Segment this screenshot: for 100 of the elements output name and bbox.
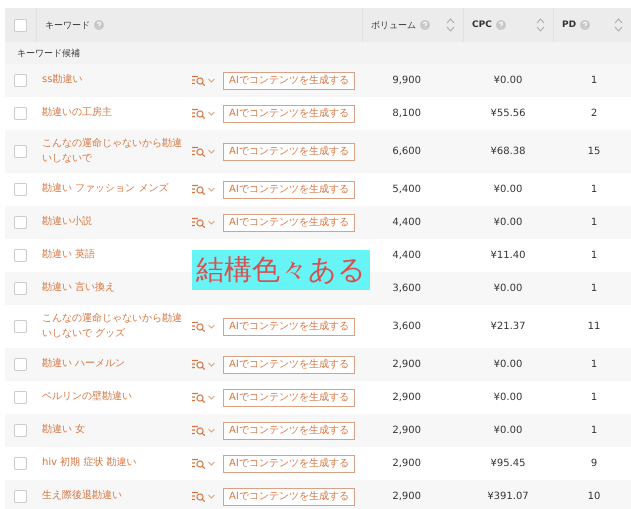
pd-value: 11 [588,321,600,332]
keyword-link[interactable]: ベルリンの壁勘違い [42,390,132,405]
list-search-icon[interactable] [192,217,206,228]
cpc-value: ¥68.38 [490,146,526,157]
keyword-link[interactable]: 勘違い 女 [42,423,86,438]
pd-value: 2 [590,108,598,119]
volume-value: 8,100 [392,108,421,119]
keyword-link[interactable]: 勘違いの工房主 [42,106,112,121]
caret-icon[interactable] [208,149,215,154]
caret-icon[interactable] [208,220,215,225]
pd-value: 9 [590,458,598,469]
checkbox[interactable] [14,183,27,196]
checkbox[interactable] [14,424,27,437]
generate-content-button[interactable]: AIでコンテンツを生成する [223,142,355,160]
cpc-value: ¥11.40 [490,250,526,261]
volume-value: 3,600 [392,283,421,294]
pd-value: 1 [590,359,598,370]
volume-value: 3,600 [392,321,421,332]
generate-content-button[interactable]: AIでコンテンツを生成する [223,72,355,90]
list-search-icon[interactable] [192,184,206,195]
group-label: キーワード候補 [17,48,80,60]
checkbox[interactable] [14,216,27,229]
volume-value: 2,900 [392,392,421,403]
volume-value: 2,900 [392,491,421,502]
help-icon [496,20,506,30]
keyword-link[interactable]: こんなの運命じゃないから勘違いしないで グッズ [42,312,186,341]
keyword-link[interactable]: ss勘違い [42,73,82,88]
help-icon [94,20,104,30]
volume-value: 2,900 [392,425,421,436]
list-search-icon[interactable] [192,425,206,436]
pd-value: 1 [590,392,598,403]
keyword-link[interactable]: 勘違い 言い換え [42,281,116,296]
keyword-link[interactable]: 勘違い ハーメルン [42,357,126,372]
list-search-icon[interactable] [192,491,206,502]
pd-value: 1 [590,217,598,228]
list-search-icon[interactable] [192,75,206,86]
keyword-link[interactable]: 勘違い小説 [42,215,92,230]
checkbox[interactable] [14,282,27,295]
generate-content-button[interactable]: AIでコンテンツを生成する [223,422,355,440]
cpc-value: ¥391.07 [487,491,529,502]
checkbox[interactable] [14,18,27,32]
generate-content-button[interactable]: AIでコンテンツを生成する [223,318,355,336]
sort-icon[interactable] [536,18,545,32]
checkbox[interactable] [14,107,27,120]
cpc-value: ¥0.00 [494,425,522,436]
keyword-link[interactable]: 勘違い 英語 [42,248,96,263]
generate-content-button[interactable]: AIでコンテンツを生成する [223,388,355,406]
volume-value: 6,600 [392,146,421,157]
caret-icon[interactable] [208,362,215,367]
list-search-icon[interactable] [192,108,206,119]
checkbox[interactable] [14,320,27,333]
annotation-caption: 結構色々ある [192,250,370,290]
column-header[interactable]: PD [562,20,576,30]
caret-icon[interactable] [208,187,215,192]
sort-icon[interactable] [614,18,623,32]
list-search-icon[interactable] [192,146,206,157]
checkbox[interactable] [14,249,27,262]
caret-icon[interactable] [208,395,215,400]
volume-value: 2,900 [392,359,421,370]
list-search-icon[interactable] [192,458,206,469]
generate-content-button[interactable]: AIでコンテンツを生成する [223,180,355,198]
caret-icon[interactable] [208,111,215,116]
cpc-value: ¥55.56 [490,108,526,119]
checkbox[interactable] [14,358,27,371]
list-search-icon[interactable] [192,321,206,332]
caret-icon[interactable] [208,428,215,433]
keyword-link[interactable]: 勘違い ファッション メンズ [42,182,168,197]
column-header[interactable]: CPC [472,20,492,30]
generate-content-button[interactable]: AIでコンテンツを生成する [223,104,355,122]
volume-value: 4,400 [392,250,421,261]
sort-icon[interactable] [446,18,455,32]
volume-value: 5,400 [392,184,421,195]
checkbox[interactable] [14,145,27,158]
checkbox[interactable] [14,74,27,87]
pd-value: 1 [590,75,598,86]
list-search-icon[interactable] [192,359,206,370]
keyword-link[interactable]: hiv 初期 症状 勘違い [42,456,137,471]
checkbox[interactable] [14,391,27,404]
caret-icon[interactable] [208,324,215,329]
cpc-value: ¥0.00 [494,359,522,370]
keyword-link[interactable]: 生え際後退勘違い [42,489,122,504]
column-header: キーワード [45,20,90,32]
caret-icon[interactable] [208,494,215,499]
pd-value: 1 [590,283,598,294]
volume-value: 4,400 [392,217,421,228]
checkbox[interactable] [14,457,27,470]
column-header[interactable]: ボリューム [371,18,416,32]
generate-content-button[interactable]: AIでコンテンツを生成する [223,454,355,472]
generate-content-button[interactable]: AIでコンテンツを生成する [223,214,355,232]
keyword-link[interactable]: こんなの運命じゃないから勘違いしないで [42,137,186,166]
caret-icon[interactable] [208,461,215,466]
volume-value: 9,900 [392,75,421,86]
generate-content-button[interactable]: AIでコンテンツを生成する [223,356,355,374]
caret-icon[interactable] [208,78,215,83]
help-icon [580,20,590,30]
generate-content-button[interactable]: AIでコンテンツを生成する [223,488,355,506]
pd-value: 1 [590,250,598,261]
cpc-value: ¥0.00 [494,184,522,195]
list-search-icon[interactable] [192,392,206,403]
checkbox[interactable] [14,490,27,503]
